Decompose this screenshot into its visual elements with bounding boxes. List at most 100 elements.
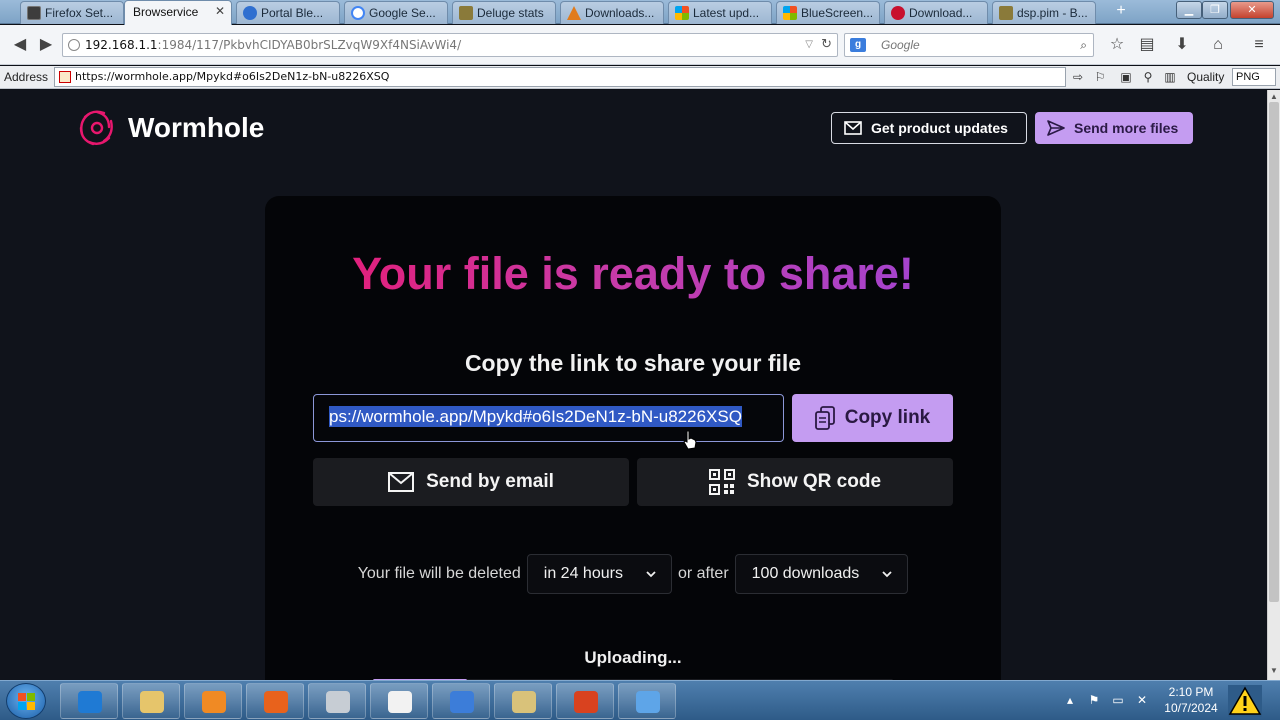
taskbar-button[interactable] — [556, 683, 614, 719]
history-dropdown-icon[interactable]: ▽ — [805, 34, 813, 56]
url-bar[interactable]: 192.168.1.1:1984/117/PkbvhCIDYAB0brSLZvq… — [62, 33, 838, 57]
tab-download[interactable]: Download... — [884, 1, 988, 24]
copy-link-label: Copy link — [844, 407, 931, 428]
taskbar-button[interactable] — [618, 683, 676, 719]
clipboard-icon[interactable]: ▥ — [1160, 68, 1180, 86]
close-window-button[interactable]: ✕ — [1230, 1, 1274, 19]
microsoft-icon — [675, 6, 689, 20]
tab-firefox-settings[interactable]: Firefox Set... — [20, 1, 124, 24]
scroll-up-icon[interactable]: ▲ — [1270, 92, 1278, 101]
new-tab-button[interactable]: + — [1110, 3, 1132, 21]
taskbar-button[interactable] — [432, 683, 490, 719]
taskbar-button[interactable] — [184, 683, 242, 719]
tab-label: Portal Ble... — [261, 6, 324, 20]
microsoft-icon — [783, 6, 797, 20]
taskbar-button[interactable] — [60, 683, 118, 719]
bookmark-star-icon[interactable]: ☆ — [1105, 33, 1129, 57]
action-center-icon[interactable]: ⚑ — [1086, 693, 1102, 709]
show-qr-code-button[interactable]: Show QR code — [637, 458, 953, 506]
volume-muted-icon[interactable]: ✕ — [1134, 693, 1150, 709]
tab-label: Downloads... — [585, 6, 655, 20]
taskbar-button[interactable] — [370, 683, 428, 719]
expiry-downloads-value: 100 downloads — [751, 565, 860, 582]
send-more-files-button[interactable]: Send more files — [1035, 112, 1193, 144]
wormhole-swirl-icon — [79, 110, 113, 146]
warning-icon[interactable] — [1228, 685, 1262, 717]
go-icon[interactable]: ⇨ — [1068, 68, 1088, 86]
search-bar[interactable]: g Google ⌕ — [844, 33, 1094, 57]
maximize-button[interactable]: ❐ — [1202, 1, 1228, 19]
expiry-prefix: Your file will be deleted — [357, 565, 521, 582]
address-input[interactable]: https://wormhole.app/Mpykd#o6Is2DeN1z-bN… — [54, 67, 1066, 87]
save-icon[interactable]: ▣ — [1116, 68, 1136, 86]
wormhole-logo[interactable]: Wormhole — [76, 107, 264, 149]
panda-icon — [388, 691, 412, 713]
send-by-email-label: Send by email — [426, 471, 554, 492]
find-icon[interactable]: ⚲ — [1138, 68, 1158, 86]
downloads-icon[interactable]: ⬇ — [1170, 33, 1194, 57]
windows-logo-icon — [18, 693, 35, 710]
page-scrollbar[interactable]: ▲ ▼ — [1267, 90, 1280, 680]
forward-button[interactable]: ▶ — [34, 33, 58, 57]
vlc-icon — [567, 6, 581, 20]
tab-bluescreen[interactable]: BlueScreen... — [776, 1, 880, 24]
get-product-updates-button[interactable]: Get product updates — [831, 112, 1027, 144]
show-qr-code-label: Show QR code — [746, 471, 882, 492]
tab-downloads[interactable]: Downloads... — [560, 1, 664, 24]
copy-link-button[interactable]: Copy link — [792, 394, 953, 442]
paint-icon — [512, 691, 536, 713]
minimize-button[interactable]: ▁ — [1176, 1, 1202, 19]
folder-icon — [999, 6, 1013, 20]
share-link-value: ps://wormhole.app/Mpykd#o6Is2DeN1z-bN-u8… — [329, 406, 742, 427]
share-subtitle: Copy the link to share your file — [464, 350, 802, 376]
clock-date: 10/7/2024 — [1164, 701, 1218, 715]
wormhole-page: Wormhole Get product updates Send more f… — [0, 90, 1267, 680]
hamburger-menu-icon[interactable]: ≡ — [1247, 33, 1271, 57]
quality-select[interactable]: PNG — [1232, 68, 1276, 86]
network-icon — [450, 691, 474, 713]
mail-icon — [388, 472, 415, 492]
network-tray-icon[interactable]: ▭ — [1110, 693, 1126, 709]
tab-dsp[interactable]: dsp.pim - B... — [992, 1, 1096, 24]
tab-deluge[interactable]: Deluge stats — [452, 1, 556, 24]
share-link-input[interactable]: ps://wormhole.app/Mpykd#o6Is2DeN1z-bN-u8… — [313, 394, 784, 442]
show-hidden-icons[interactable]: ▴ — [1062, 693, 1078, 709]
tab-label: Deluge stats — [477, 6, 544, 20]
taskbar-button[interactable] — [246, 683, 304, 719]
tab-portal[interactable]: Portal Ble... — [236, 1, 340, 24]
copy-icon — [814, 406, 835, 430]
gear-icon — [243, 6, 257, 20]
tab-browservice[interactable]: Browservice ✕ — [124, 0, 232, 25]
quality-value: PNG — [1236, 71, 1260, 83]
expiry-downloads-select[interactable]: 100 downloads — [734, 554, 909, 594]
tab-latest-updates[interactable]: Latest upd... — [668, 1, 772, 24]
back-button[interactable]: ◀ — [8, 33, 32, 57]
flashget-icon — [574, 691, 598, 713]
search-icon[interactable]: ⌕ — [1080, 34, 1087, 56]
clock[interactable]: 2:10 PM 10/7/2024 — [1160, 684, 1222, 716]
close-tab-icon[interactable]: ✕ — [215, 4, 225, 18]
taskbar-button[interactable] — [122, 683, 180, 719]
tab-label: Latest upd... — [693, 6, 760, 20]
windows-update-icon — [636, 691, 660, 713]
reload-icon[interactable]: ↻ — [821, 34, 832, 56]
tab-google[interactable]: Google Se... — [344, 1, 448, 24]
scroll-down-icon[interactable]: ▼ — [1270, 666, 1278, 675]
send-by-email-button[interactable]: Send by email — [313, 458, 629, 506]
page-title: Your file is ready to share! — [265, 248, 1001, 300]
hand-cursor-icon — [683, 430, 697, 450]
tab-strip: Firefox Set... Browservice ✕ Portal Ble.… — [0, 0, 1280, 25]
window-icon — [27, 6, 41, 20]
send-icon — [1047, 120, 1065, 136]
bookmarks-menu-icon[interactable]: ▤ — [1135, 33, 1159, 57]
home-icon[interactable]: ⌂ — [1206, 33, 1230, 57]
get-product-updates-label: Get product updates — [871, 120, 1008, 136]
scrollbar-thumb[interactable] — [1269, 102, 1279, 602]
expiry-time-select[interactable]: in 24 hours — [526, 554, 672, 594]
bookmark-icon[interactable]: ⚐ — [1090, 68, 1110, 86]
search-placeholder: Google — [881, 38, 920, 52]
taskbar-button[interactable] — [494, 683, 552, 719]
send-more-files-label: Send more files — [1074, 120, 1179, 136]
taskbar-button[interactable] — [308, 683, 366, 719]
start-button[interactable] — [6, 683, 46, 719]
